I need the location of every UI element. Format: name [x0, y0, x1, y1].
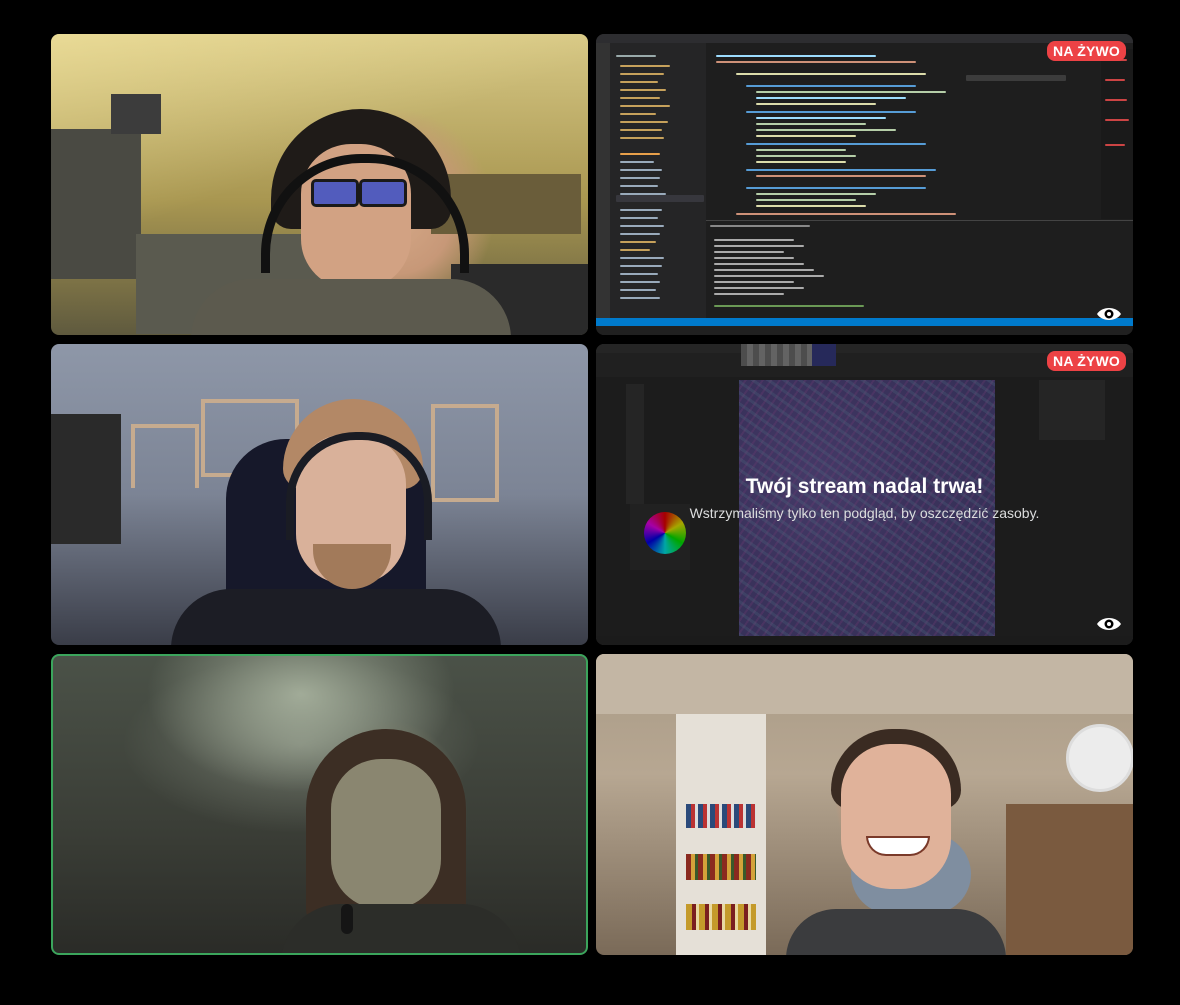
editor-terminal [706, 220, 1133, 318]
books-row-1 [686, 804, 756, 828]
paused-preview-subtitle: Wstrzymaliśmy tylko ten podgląd, by oszc… [689, 504, 1040, 521]
video-tile-participant-3[interactable] [51, 344, 588, 645]
smile [866, 836, 930, 856]
live-badge: NA ŻYWO [1047, 351, 1126, 371]
books-row-2 [686, 854, 756, 880]
wall-shelf-3 [431, 404, 499, 502]
poster [51, 414, 121, 544]
paused-preview-overlay: Twój stream nadal trwa! Wstrzymaliśmy ty… [596, 344, 1133, 645]
face [331, 759, 441, 909]
eye-icon[interactable] [1096, 304, 1122, 324]
shirt [281, 904, 521, 955]
desk-fan [1066, 724, 1133, 792]
screen-share-tile-participant-2[interactable]: NA ŻYWO [596, 34, 1133, 335]
screen-share-tile-participant-4[interactable]: Twój stream nadal trwa! Wstrzymaliśmy ty… [596, 344, 1133, 645]
shirt [171, 589, 501, 645]
os-taskbar [596, 326, 1133, 335]
video-tile-participant-6[interactable] [596, 654, 1133, 955]
editor-explorer [610, 43, 706, 318]
video-tile-participant-1[interactable] [51, 34, 588, 335]
paused-preview-title: Twój stream nadal trwa! [745, 474, 984, 498]
editor-activity-bar [596, 43, 610, 318]
microphone [341, 904, 353, 934]
face [841, 744, 951, 889]
live-badge: NA ŻYWO [1047, 41, 1126, 61]
books-row-3 [686, 904, 756, 930]
editor-statusbar [596, 318, 1133, 326]
video-tile-participant-5[interactable] [51, 654, 588, 955]
eye-icon[interactable] [1096, 614, 1122, 634]
editor-code-area [706, 49, 1101, 219]
ceiling [596, 654, 1133, 714]
wall-shelf-1 [131, 424, 199, 488]
shirt [786, 909, 1006, 955]
shirt [191, 279, 511, 335]
screen-share-content [596, 34, 1133, 335]
furniture [1006, 804, 1133, 955]
cabinet [51, 129, 141, 279]
speaker [111, 94, 161, 134]
editor-minimap [1101, 49, 1133, 219]
